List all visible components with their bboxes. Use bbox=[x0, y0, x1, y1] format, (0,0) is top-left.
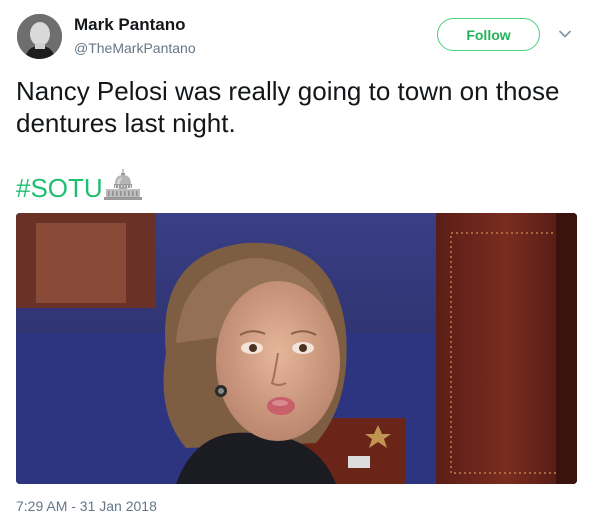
hashtag-link[interactable]: #SOTU bbox=[16, 172, 103, 204]
author-name[interactable]: Mark Pantano bbox=[74, 15, 185, 35]
hashtag-line: #SOTU bbox=[16, 168, 142, 204]
photo-illustration bbox=[16, 213, 577, 484]
avatar[interactable] bbox=[17, 14, 62, 59]
capitol-building-icon bbox=[103, 169, 142, 200]
tweet-timestamp[interactable]: 7:29 AM - 31 Jan 2018 bbox=[16, 498, 157, 514]
chevron-down-icon[interactable] bbox=[558, 27, 572, 41]
author-handle[interactable]: @TheMarkPantano bbox=[74, 40, 196, 56]
tweet-text: Nancy Pelosi was really going to town on… bbox=[16, 76, 560, 138]
tweet-media-image[interactable] bbox=[16, 213, 577, 484]
follow-button[interactable]: Follow bbox=[437, 18, 540, 51]
avatar-image bbox=[17, 14, 62, 59]
follow-button-label: Follow bbox=[466, 26, 511, 43]
